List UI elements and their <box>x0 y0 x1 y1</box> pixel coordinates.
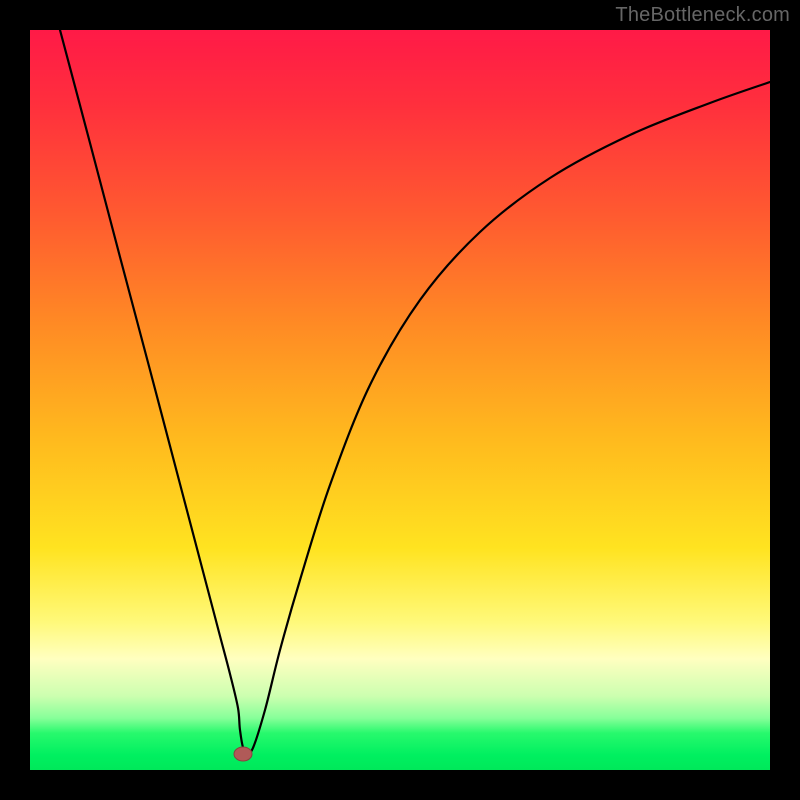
watermark-text: TheBottleneck.com <box>615 4 790 27</box>
min-marker <box>234 747 252 761</box>
plot-area <box>30 30 770 770</box>
bottleneck-curve-path <box>60 30 770 754</box>
bottleneck-curve-svg <box>30 30 770 770</box>
chart-frame: TheBottleneck.com <box>0 0 800 800</box>
